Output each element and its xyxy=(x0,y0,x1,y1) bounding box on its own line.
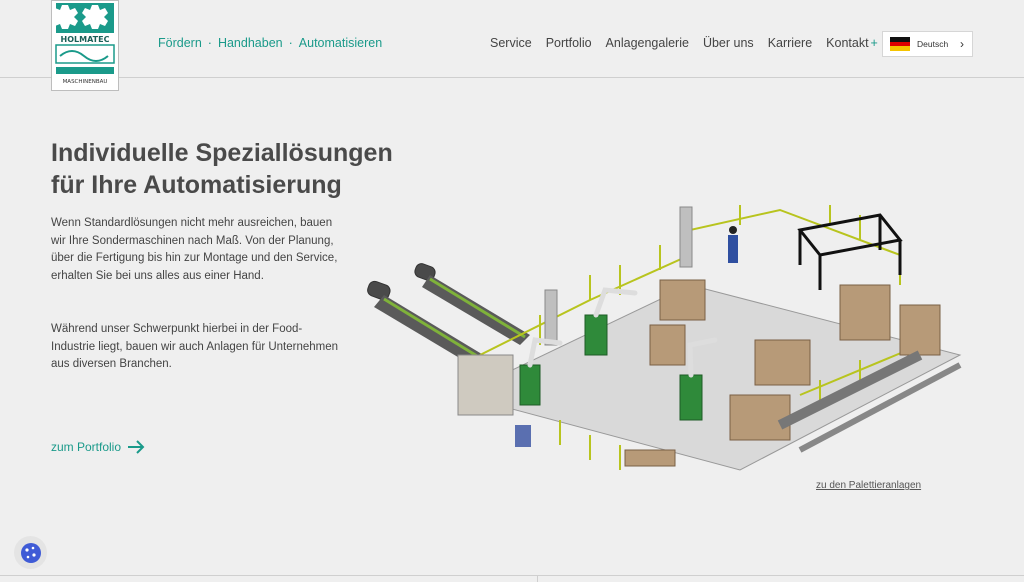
tagline-item: Automatisieren xyxy=(298,36,383,50)
language-label: Deutsch xyxy=(917,39,949,49)
holmatec-logo[interactable]: HOLMATEC MASCHINENBAU xyxy=(51,0,119,91)
logo-brand-text: HOLMATEC xyxy=(61,35,110,44)
cookie-settings-button[interactable] xyxy=(14,536,47,569)
plus-icon: + xyxy=(870,36,878,50)
language-selector[interactable]: Deutsch › xyxy=(882,31,973,57)
palletizing-plant-illustration xyxy=(367,205,962,471)
footer-divider xyxy=(0,575,1024,576)
portfolio-link[interactable]: zum Portfolio xyxy=(51,440,145,454)
nav-item-kontakt-label: Kontakt xyxy=(826,36,869,50)
logo-sub-text: MASCHINENBAU xyxy=(63,79,108,85)
site-header: HOLMATEC MASCHINENBAU Fördern · Handhaben ·… xyxy=(0,0,1024,91)
german-flag-icon xyxy=(890,37,910,52)
tagline-item: Handhaben xyxy=(217,36,283,50)
nav-item-portfolio[interactable]: Portfolio xyxy=(546,36,592,50)
footer-divider xyxy=(537,576,538,582)
hero-title: Individuelle Speziallösungen für Ihre Au… xyxy=(51,137,431,201)
hero-title-line: Individuelle Speziallösungen xyxy=(51,139,393,167)
palletizing-link[interactable]: zu den Palettieranlagen xyxy=(816,480,921,491)
main-nav: Service Portfolio Anlagengalerie Über un… xyxy=(490,36,892,50)
cookie-icon xyxy=(20,542,41,563)
tagline-item: Fördern xyxy=(158,36,202,50)
nav-item-kontakt[interactable]: Kontakt + xyxy=(826,36,878,50)
hero-paragraph: Während unser Schwerpunkt hierbei in der… xyxy=(51,323,339,371)
arrow-right-icon xyxy=(128,440,145,454)
portfolio-link-label: zum Portfolio xyxy=(51,440,122,454)
hero-paragraph: Wenn Standardlösungen nicht mehr ausreic… xyxy=(51,217,338,282)
nav-item-karriere[interactable]: Karriere xyxy=(768,36,812,50)
nav-item-ueber-uns[interactable]: Über uns xyxy=(703,36,754,50)
tagline-separator: · xyxy=(288,36,293,50)
nav-item-service[interactable]: Service xyxy=(490,36,532,50)
nav-item-anlagengalerie[interactable]: Anlagengalerie xyxy=(606,36,689,50)
tagline-separator: · xyxy=(207,36,212,50)
tagline: Fördern · Handhaben · Automatisieren xyxy=(158,36,382,50)
chevron-right-icon: › xyxy=(960,37,964,51)
